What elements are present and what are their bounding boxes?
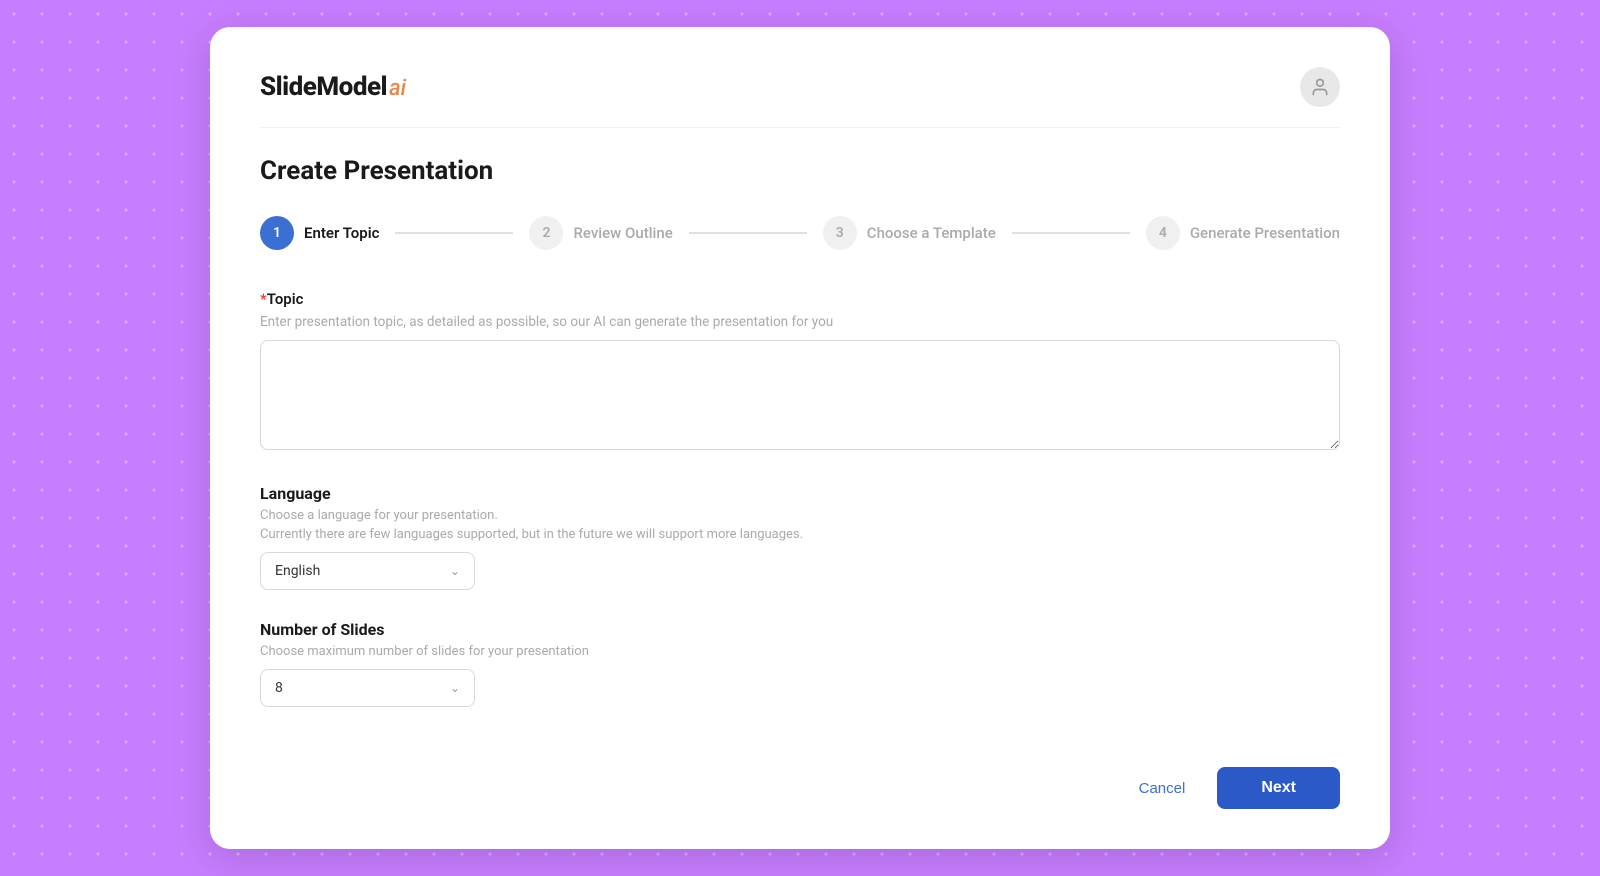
- step-3-number: 3: [823, 216, 857, 250]
- create-presentation-modal: SlideModel ai Create Presentation 1 Ente…: [210, 27, 1390, 849]
- language-hint2: Currently there are few languages suppor…: [260, 527, 1340, 542]
- step-connector-3: [1012, 232, 1130, 234]
- topic-textarea[interactable]: [260, 340, 1340, 450]
- logo-name: SlideModel: [260, 72, 387, 102]
- user-avatar-button[interactable]: [1300, 67, 1340, 107]
- modal-footer: Cancel Next: [260, 737, 1340, 809]
- chevron-down-icon: ⌄: [450, 564, 460, 578]
- slides-select[interactable]: 8 ⌄: [260, 669, 475, 707]
- next-button[interactable]: Next: [1217, 767, 1340, 809]
- step-connector-1: [395, 232, 513, 234]
- step-2: 2 Review Outline: [529, 216, 672, 250]
- modal-header: SlideModel ai: [260, 67, 1340, 128]
- stepper: 1 Enter Topic 2 Review Outline 3 Choose …: [260, 216, 1340, 250]
- logo: SlideModel ai: [260, 72, 406, 102]
- chevron-down-icon-slides: ⌄: [450, 681, 460, 695]
- step-2-number: 2: [529, 216, 563, 250]
- slides-title: Number of Slides: [260, 620, 1340, 639]
- slides-section: Number of Slides Choose maximum number o…: [260, 620, 1340, 707]
- step-connector-2: [689, 232, 807, 234]
- step-4-number: 4: [1146, 216, 1180, 250]
- slides-selected-value: 8: [275, 680, 283, 696]
- step-4-label: Generate Presentation: [1190, 224, 1340, 242]
- step-3: 3 Choose a Template: [823, 216, 996, 250]
- step-1: 1 Enter Topic: [260, 216, 379, 250]
- slides-hint: Choose maximum number of slides for your…: [260, 644, 1340, 659]
- language-hint1: Choose a language for your presentation.: [260, 508, 1340, 523]
- page-title: Create Presentation: [260, 156, 1340, 186]
- topic-section: *Topic Enter presentation topic, as deta…: [260, 290, 1340, 454]
- language-selected-value: English: [275, 563, 320, 579]
- topic-label: *Topic: [260, 290, 1340, 308]
- topic-hint: Enter presentation topic, as detailed as…: [260, 314, 1340, 330]
- step-4: 4 Generate Presentation: [1146, 216, 1340, 250]
- cancel-button[interactable]: Cancel: [1123, 770, 1202, 807]
- logo-ai: ai: [389, 76, 406, 101]
- step-1-label: Enter Topic: [304, 224, 379, 242]
- step-2-label: Review Outline: [573, 224, 672, 242]
- step-3-label: Choose a Template: [867, 224, 996, 242]
- user-icon: [1310, 77, 1330, 97]
- language-select[interactable]: English ⌄: [260, 552, 475, 590]
- required-marker: *: [260, 290, 267, 308]
- step-1-number: 1: [260, 216, 294, 250]
- language-section: Language Choose a language for your pres…: [260, 484, 1340, 590]
- language-title: Language: [260, 484, 1340, 503]
